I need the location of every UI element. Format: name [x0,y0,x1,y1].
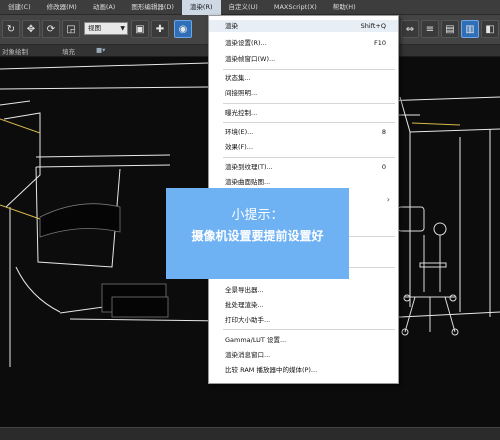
menu-separator [223,329,395,330]
menu-item-shortcut: 8 [381,128,386,136]
tip-overlay: 小提示： 摄像机设置要提前设置好 [166,188,349,279]
tip-title: 小提示： [231,208,284,223]
rotate-icon[interactable]: ↻ [2,20,20,38]
menu-item-shortcut: 0 [381,163,386,171]
menu-item-label: 打印大小助手... [225,316,271,324]
menu-item-label: 间接照明... [225,89,258,97]
reference-coordinate-select[interactable]: 视图 ▼ [84,22,128,35]
ribbon-label-populate[interactable]: 填充 [62,46,75,56]
menu-item-label: 渲染 [225,22,238,30]
menu-item-label: 渲染帧窗口(W)... [225,55,276,63]
menu-item-render[interactable]: 渲染 Shift+Q [209,20,398,32]
pivot-icon[interactable]: ▣ [131,20,149,38]
menu-item-indirect-illumination[interactable]: 间接照明... [209,87,398,99]
menu-item-compare-ram-player[interactable]: 比较 RAM 播放器中的媒体(P)... [209,364,398,376]
menu-item-label: 渲染曲面贴图... [225,178,271,186]
menu-item-panorama-exporter[interactable]: 全景导出器... [209,284,398,296]
menu-item-label: 渲染到纹理(T)... [225,163,273,171]
mirror-icon[interactable]: ⇔ [401,20,419,38]
select-manipulate-icon[interactable]: ✚ [151,20,169,38]
align-icon[interactable]: ≡ [421,20,439,38]
ribbon-dropdown-icon[interactable]: ■▾ [96,46,105,54]
status-bar [0,427,500,440]
move-icon[interactable]: ✥ [22,20,40,38]
rotate-tool-icon[interactable]: ⟳ [42,20,60,38]
menu-item-render-to-texture[interactable]: 渲染到纹理(T)... 0 [209,161,398,173]
menu-item-label: 效果(F)... [225,143,254,151]
scale-icon[interactable]: ◲ [62,20,80,38]
menu-bar: 创建(C) 修改器(M) 动画(A) 图形编辑器(D) 渲染(R) 自定义(U)… [0,0,500,15]
menu-item-environment[interactable]: 环境(E)... 8 [209,126,398,138]
menu-item-label: 渲染设置(R)... [225,39,267,47]
menu-item-print-size-assistant[interactable]: 打印大小助手... [209,314,398,326]
menu-item-label: 比较 RAM 播放器中的媒体(P)... [225,366,318,374]
menu-customize[interactable]: 自定义(U) [221,0,266,15]
menu-item-batch-render[interactable]: 批处理渲染... [209,299,398,311]
menu-item-label: 批处理渲染... [225,301,264,309]
menu-separator [223,157,395,158]
graphite-tools-icon[interactable]: ▥ [461,20,479,38]
keyboard-shortcut-icon[interactable]: ◉ [174,20,192,38]
tip-body: 摄像机设置要提前设置好 [191,229,324,243]
menu-item-shortcut: Shift+Q [360,22,386,30]
chevron-right-icon: › [386,195,390,204]
menu-separator [223,122,395,123]
menu-separator [223,69,395,70]
menu-item-label: 环境(E)... [225,128,254,136]
menu-rendering[interactable]: 渲染(R) [181,0,221,15]
reference-coordinate-value: 视图 [88,24,101,32]
ribbon-label-object-paint[interactable]: 对象绘制 [2,46,28,56]
chevron-down-icon: ▼ [120,25,125,32]
menu-maxscript[interactable]: MAXScript(X) [266,0,325,15]
menu-item-label: 全景导出器... [225,286,264,294]
menu-item-label: 曝光控制... [225,109,258,117]
menu-item-label: Gamma/LUT 设置... [225,336,287,344]
menu-item-shortcut: F10 [373,39,386,47]
menu-create[interactable]: 创建(C) [0,0,39,15]
menu-item-state-sets[interactable]: 状态集... [209,72,398,84]
menu-item-render-surface-map[interactable]: 渲染曲面贴图... [209,176,398,188]
menu-graph-editors[interactable]: 图形编辑器(D) [123,0,182,15]
3dsmax-window: 创建(C) 修改器(M) 动画(A) 图形编辑器(D) 渲染(R) 自定义(U)… [0,0,500,440]
menu-item-rendered-frame-window[interactable]: 渲染帧窗口(W)... [209,53,398,65]
layer-icon[interactable]: ▤ [441,20,459,38]
menu-item-label: 渲染消息窗口... [225,351,271,359]
menu-animation[interactable]: 动画(A) [85,0,124,15]
menu-modifiers[interactable]: 修改器(M) [39,0,85,15]
menu-separator [223,103,395,104]
curve-editor-icon[interactable]: ◧ [481,20,499,38]
menu-item-render-setup[interactable]: 渲染设置(R)... F10 [209,37,398,49]
menu-item-render-message-window[interactable]: 渲染消息窗口... [209,349,398,361]
menu-help[interactable]: 帮助(H) [325,0,364,15]
menu-item-gamma-lut[interactable]: Gamma/LUT 设置... [209,334,398,346]
menu-item-exposure-control[interactable]: 曝光控制... [209,107,398,119]
menu-item-label: 状态集... [225,74,251,82]
menu-item-effects[interactable]: 效果(F)... [209,141,398,153]
